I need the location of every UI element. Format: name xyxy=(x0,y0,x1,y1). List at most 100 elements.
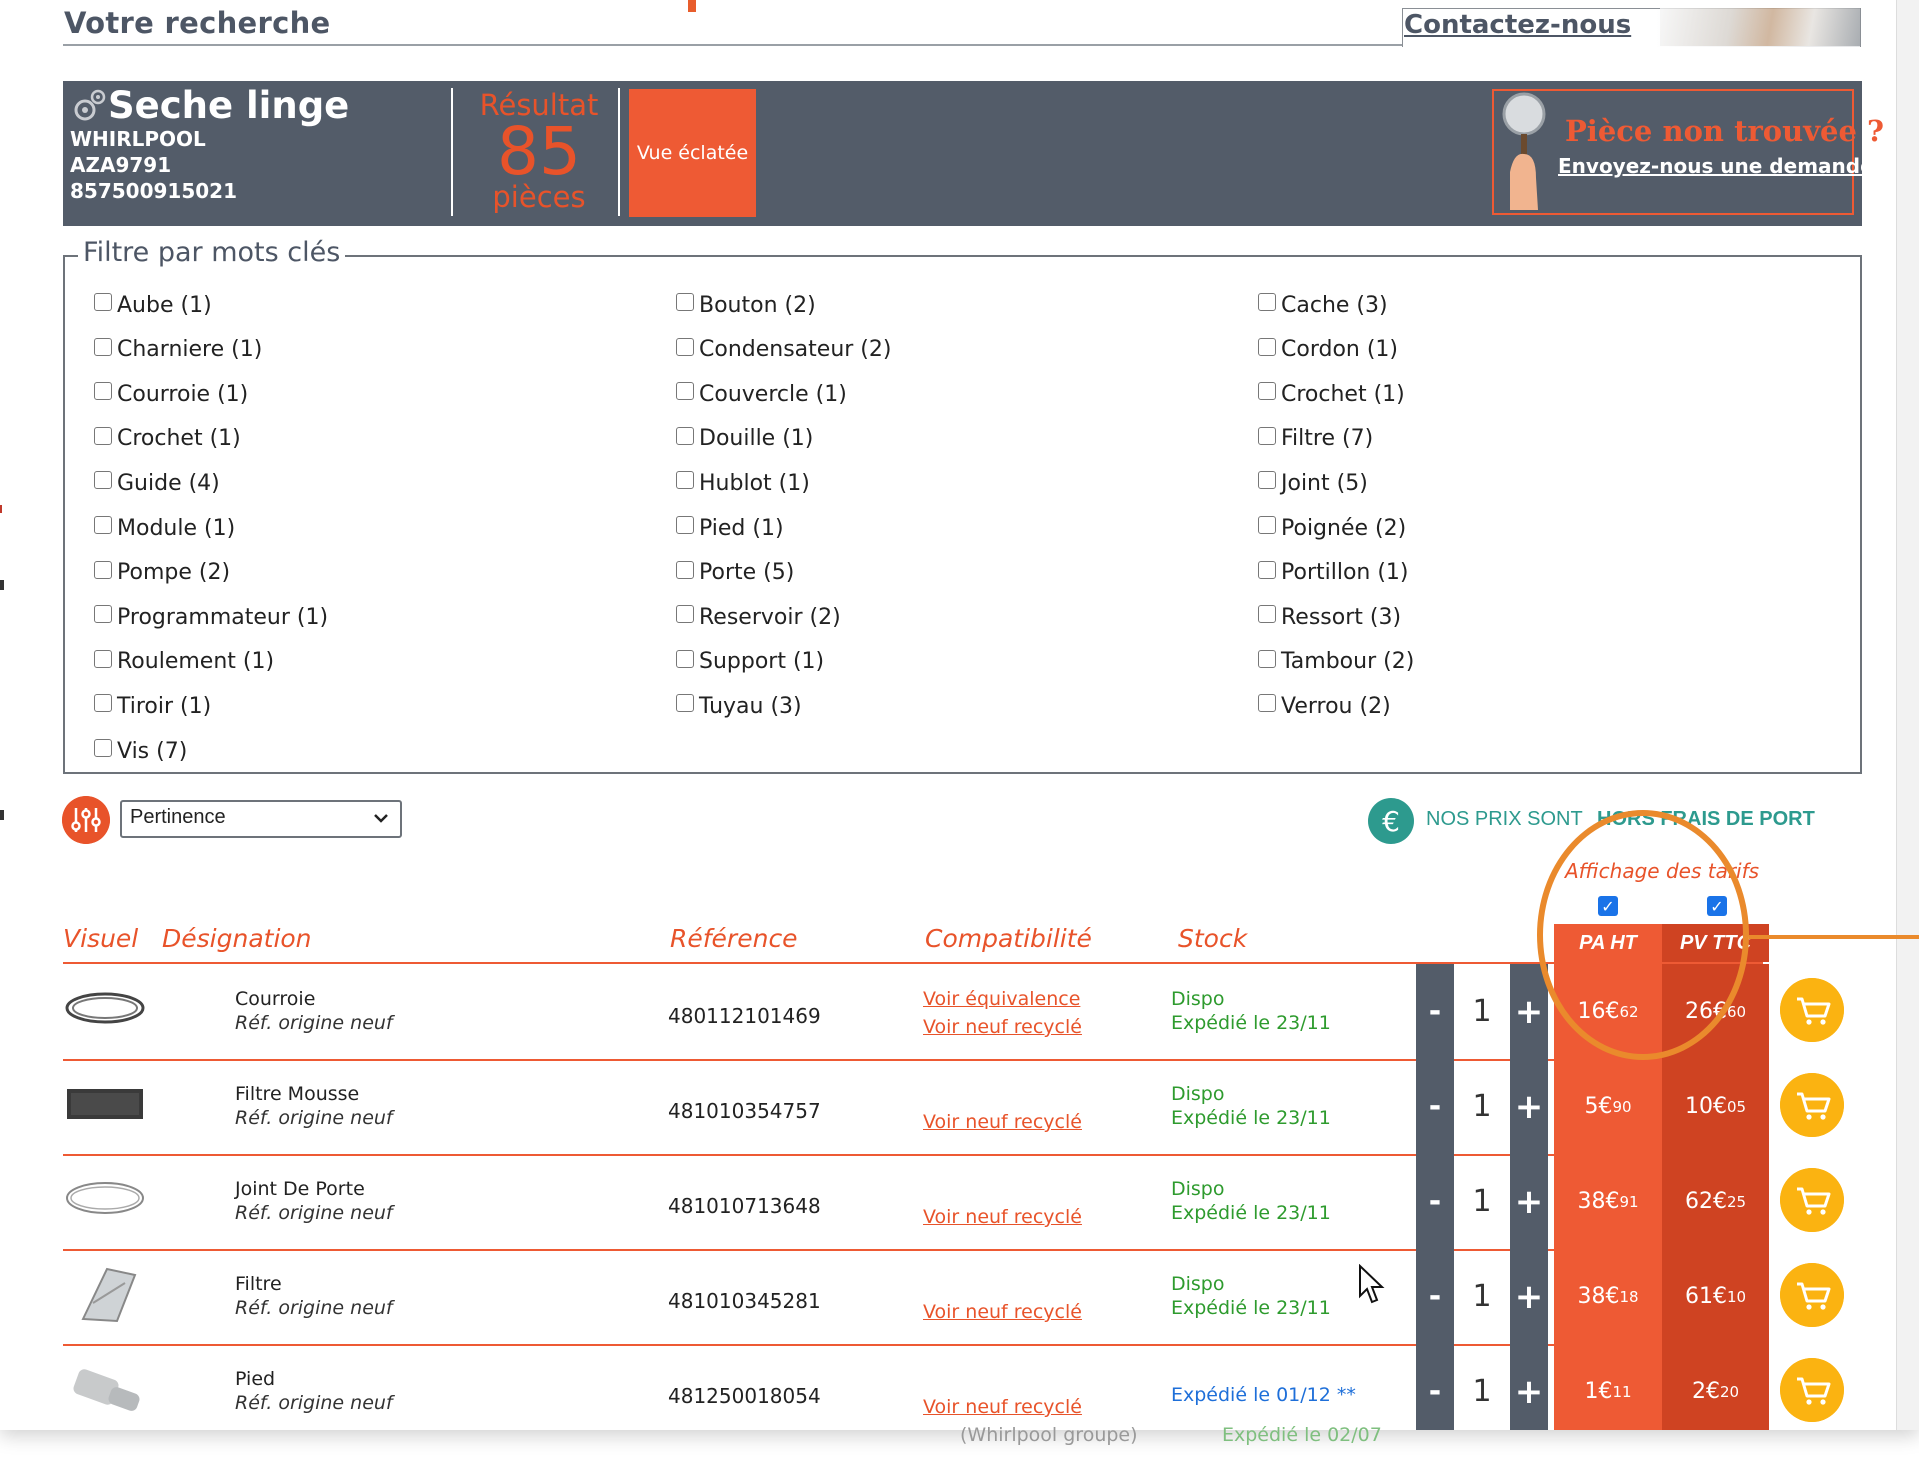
keyword-option[interactable]: Support (1) xyxy=(676,647,824,677)
keyword-label: Cache (3) xyxy=(1281,292,1388,318)
keyword-option[interactable]: Joint (5) xyxy=(1258,468,1368,498)
exploded-view-button[interactable]: Vue éclatée xyxy=(629,89,756,217)
recycled-link[interactable]: Voir neuf recyclé xyxy=(923,1301,1082,1323)
quantity-value[interactable]: 1 xyxy=(1454,1154,1510,1249)
recycled-link[interactable]: Voir neuf recyclé xyxy=(923,1206,1082,1228)
keyword-option[interactable]: Tiroir (1) xyxy=(94,691,211,721)
keyword-checkbox[interactable] xyxy=(676,605,694,624)
keyword-checkbox[interactable] xyxy=(94,649,112,668)
quantity-increase-button[interactable]: + xyxy=(1510,1344,1548,1430)
keyword-checkbox[interactable] xyxy=(1258,382,1276,401)
keyword-checkbox[interactable] xyxy=(1258,694,1276,713)
keyword-checkbox[interactable] xyxy=(94,739,112,757)
quantity-increase-button[interactable]: + xyxy=(1510,1059,1548,1154)
keyword-option[interactable]: Poignée (2) xyxy=(1258,513,1406,543)
keyword-option[interactable]: Pompe (2) xyxy=(94,558,230,588)
part-thumbnail[interactable] xyxy=(63,1358,147,1418)
keyword-option[interactable]: Courroie (1) xyxy=(94,379,248,409)
quantity-decrease-button[interactable]: - xyxy=(1416,1249,1454,1344)
keyword-checkbox[interactable] xyxy=(1258,471,1276,490)
part-thumbnail[interactable] xyxy=(63,978,147,1038)
keyword-option[interactable]: Charniere (1) xyxy=(94,335,262,365)
quantity-value[interactable]: 1 xyxy=(1454,1344,1510,1430)
keyword-option[interactable]: Tuyau (3) xyxy=(676,691,802,721)
keyword-option[interactable]: Cordon (1) xyxy=(1258,335,1398,365)
keyword-checkbox[interactable] xyxy=(94,426,112,445)
keyword-checkbox[interactable] xyxy=(1258,649,1276,668)
quantity-increase-button[interactable]: + xyxy=(1510,1154,1548,1249)
keyword-checkbox[interactable] xyxy=(676,337,694,356)
keyword-checkbox[interactable] xyxy=(94,694,112,713)
keyword-option[interactable]: Verrou (2) xyxy=(1258,691,1391,721)
keyword-option[interactable]: Douille (1) xyxy=(676,424,813,454)
keyword-checkbox[interactable] xyxy=(676,293,694,311)
keyword-checkbox[interactable] xyxy=(1258,516,1276,534)
contact-link[interactable]: Contactez-nous xyxy=(1404,10,1631,40)
sort-settings-icon[interactable] xyxy=(62,796,110,844)
keyword-checkbox[interactable] xyxy=(676,694,694,713)
quantity-value[interactable]: 1 xyxy=(1454,1249,1510,1344)
keyword-option[interactable]: Vis (7) xyxy=(94,736,187,766)
sort-dropdown[interactable]: Pertinence xyxy=(120,800,402,838)
keyword-checkbox[interactable] xyxy=(94,471,112,490)
keyword-checkbox[interactable] xyxy=(94,560,112,579)
quantity-value[interactable]: 1 xyxy=(1454,1059,1510,1154)
quantity-decrease-button[interactable]: - xyxy=(1416,964,1454,1059)
keyword-option[interactable]: Programmateur (1) xyxy=(94,602,328,632)
recycled-link[interactable]: Voir neuf recyclé xyxy=(923,1016,1082,1038)
keyword-checkbox[interactable] xyxy=(94,605,112,624)
keyword-checkbox[interactable] xyxy=(676,471,694,490)
keyword-checkbox[interactable] xyxy=(94,293,112,311)
keyword-checkbox[interactable] xyxy=(676,649,694,668)
keyword-checkbox[interactable] xyxy=(676,516,694,534)
keyword-checkbox[interactable] xyxy=(1258,426,1276,445)
recycled-link[interactable]: Voir neuf recyclé xyxy=(923,1111,1082,1133)
quantity-increase-button[interactable]: + xyxy=(1510,964,1548,1059)
cart-icon[interactable] xyxy=(1780,978,1844,1042)
quantity-increase-button[interactable]: + xyxy=(1510,1249,1548,1344)
keyword-option[interactable]: Ressort (3) xyxy=(1258,602,1401,632)
keyword-checkbox[interactable] xyxy=(94,337,112,356)
quantity-decrease-button[interactable]: - xyxy=(1416,1344,1454,1430)
keyword-checkbox[interactable] xyxy=(1258,605,1276,624)
cart-icon[interactable] xyxy=(1780,1358,1844,1422)
keyword-option[interactable]: Condensateur (2) xyxy=(676,335,891,365)
keyword-option[interactable]: Pied (1) xyxy=(676,513,784,543)
send-request-link[interactable]: Envoyez-nous une demande xyxy=(1558,154,1874,178)
keyword-option[interactable]: Roulement (1) xyxy=(94,647,274,677)
cart-icon[interactable] xyxy=(1780,1168,1844,1232)
keyword-option[interactable]: Crochet (1) xyxy=(1258,379,1405,409)
keyword-checkbox[interactable] xyxy=(676,560,694,579)
equivalence-link[interactable]: Voir équivalence xyxy=(923,988,1080,1010)
recycled-link[interactable]: Voir neuf recyclé xyxy=(923,1396,1082,1418)
keyword-option[interactable]: Aube (1) xyxy=(94,290,212,320)
keyword-option[interactable]: Hublot (1) xyxy=(676,468,810,498)
keyword-option[interactable]: Crochet (1) xyxy=(94,424,241,454)
part-thumbnail[interactable] xyxy=(63,1263,147,1323)
keyword-checkbox[interactable] xyxy=(1258,293,1276,311)
keyword-option[interactable]: Guide (4) xyxy=(94,468,220,498)
keyword-option[interactable]: Bouton (2) xyxy=(676,290,816,320)
keyword-option[interactable]: Reservoir (2) xyxy=(676,602,841,632)
part-thumbnail[interactable] xyxy=(63,1073,147,1133)
shipping-notice-prefix: NOS PRIX SONT xyxy=(1426,808,1583,830)
keyword-checkbox[interactable] xyxy=(676,426,694,445)
keyword-option[interactable]: Filtre (7) xyxy=(1258,424,1373,454)
keyword-checkbox[interactable] xyxy=(94,382,112,401)
keyword-option[interactable]: Tambour (2) xyxy=(1258,647,1414,677)
keyword-option[interactable]: Porte (5) xyxy=(676,558,794,588)
cart-icon[interactable] xyxy=(1780,1263,1844,1327)
keyword-checkbox[interactable] xyxy=(1258,337,1276,356)
keyword-checkbox[interactable] xyxy=(1258,560,1276,579)
keyword-checkbox[interactable] xyxy=(676,382,694,401)
quantity-decrease-button[interactable]: - xyxy=(1416,1154,1454,1249)
keyword-option[interactable]: Couvercle (1) xyxy=(676,379,847,409)
quantity-decrease-button[interactable]: - xyxy=(1416,1059,1454,1154)
quantity-value[interactable]: 1 xyxy=(1454,964,1510,1059)
keyword-checkbox[interactable] xyxy=(94,516,112,534)
part-thumbnail[interactable] xyxy=(63,1168,147,1228)
keyword-option[interactable]: Module (1) xyxy=(94,513,235,543)
cart-icon[interactable] xyxy=(1780,1073,1844,1137)
keyword-option[interactable]: Cache (3) xyxy=(1258,290,1388,320)
keyword-option[interactable]: Portillon (1) xyxy=(1258,558,1409,588)
